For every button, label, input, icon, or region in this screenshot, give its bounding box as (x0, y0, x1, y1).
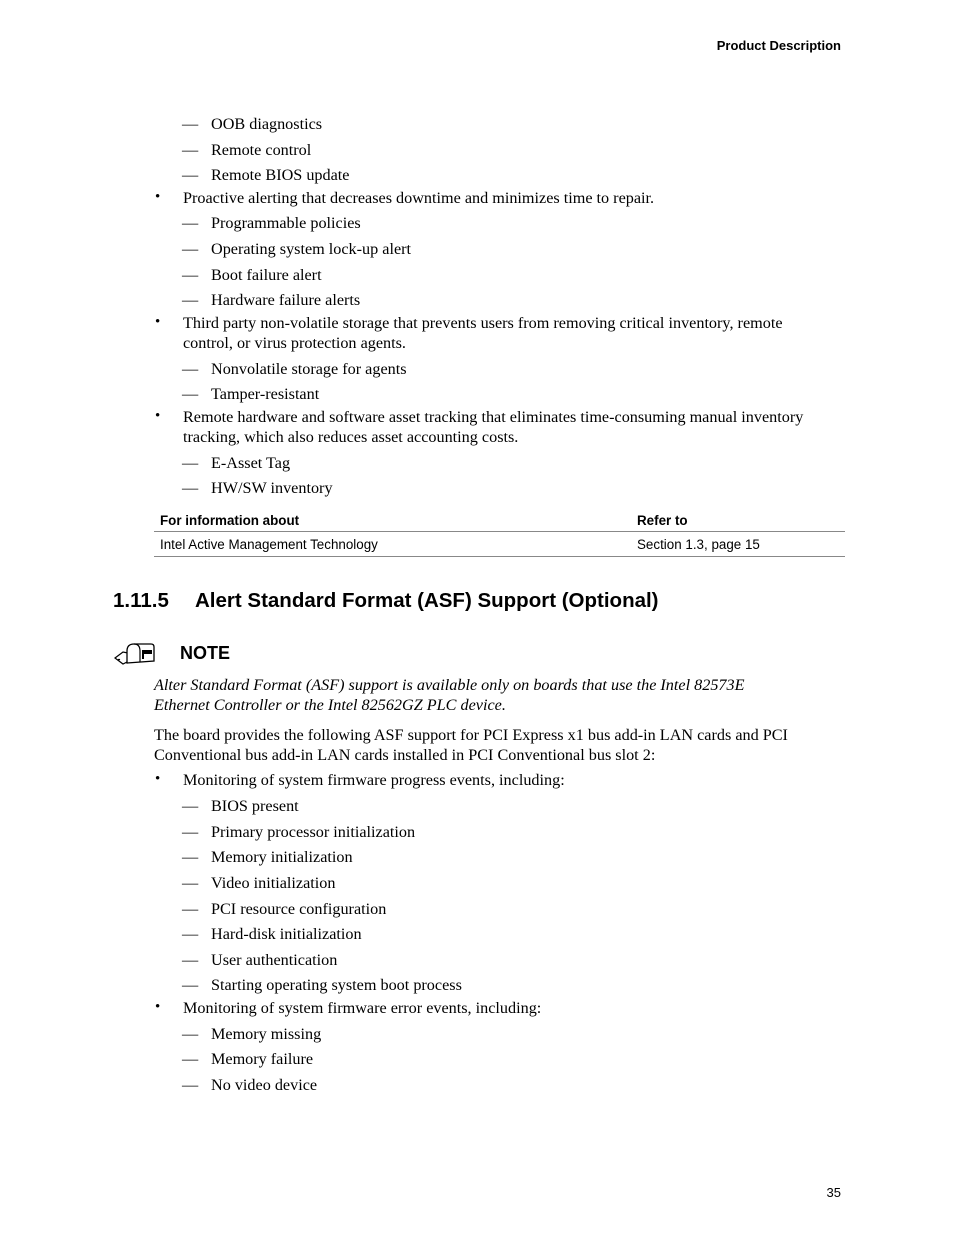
note-line: Ethernet Controller or the Intel 82562GZ… (154, 696, 506, 714)
list-item: BIOS present (211, 797, 299, 815)
dash-marker: — (182, 214, 199, 232)
reference-table: For information about Refer to Intel Act… (154, 509, 845, 557)
table-cell-link[interactable]: Section 1.3, page 15 (631, 531, 845, 557)
dash-marker: — (182, 141, 199, 159)
list-item: Primary processor initialization (211, 823, 416, 841)
dash-marker: — (182, 479, 199, 497)
dash-marker: — (182, 454, 199, 472)
dash-marker: — (182, 1050, 199, 1068)
dash-marker: — (182, 976, 199, 994)
table-header-cell: Refer to (631, 509, 845, 532)
list-item: OOB diagnostics (211, 115, 323, 133)
dash-marker: — (182, 874, 199, 892)
list-item: Proactive alerting that decreases downti… (183, 189, 655, 207)
list-item: E-Asset Tag (211, 454, 291, 472)
list-item-continuation: tracking, which also reduces asset accou… (183, 428, 519, 446)
section-number: 1.11.5 (113, 589, 169, 612)
list-item: PCI resource configuration (211, 900, 387, 918)
list-item: Boot failure alert (211, 266, 322, 284)
dash-marker: — (182, 925, 199, 943)
list-item: Memory initialization (211, 848, 353, 866)
list-item: Remote control (211, 141, 312, 159)
dash-marker: — (182, 360, 199, 378)
table-row: Intel Active Management Technology Secti… (154, 531, 845, 557)
page-number: 35 (826, 1185, 841, 1200)
bullet-marker: • (155, 999, 161, 1015)
list-item: User authentication (211, 951, 338, 969)
dash-marker: — (182, 291, 199, 309)
bullet-marker: • (155, 408, 161, 424)
dash-marker: — (182, 951, 199, 969)
bullet-marker: • (155, 314, 161, 330)
table-header-row: For information about Refer to (154, 509, 845, 532)
list-item: Hard-disk initialization (211, 925, 362, 943)
list-item: Memory failure (211, 1050, 314, 1068)
list-item: Monitoring of system firmware progress e… (183, 771, 565, 789)
dash-marker: — (182, 266, 199, 284)
table-header-cell: For information about (154, 509, 631, 532)
dash-marker: — (182, 848, 199, 866)
table-cell: Intel Active Management Technology (154, 531, 631, 557)
running-header: Product Description (716, 38, 841, 53)
note-label: NOTE (180, 643, 231, 663)
note-line: Alter Standard Format (ASF) support is a… (154, 676, 745, 694)
dash-marker: — (182, 240, 199, 258)
bullet-marker: • (155, 189, 161, 205)
list-item: Video initialization (211, 874, 336, 892)
list-item-continuation: control, or virus protection agents. (183, 334, 406, 352)
list-item: Third party non-volatile storage that pr… (183, 314, 783, 332)
list-item: Remote BIOS update (211, 166, 350, 184)
dash-marker: — (182, 797, 199, 815)
list-item: Tamper-resistant (211, 385, 320, 403)
bullet-marker: • (155, 771, 161, 787)
list-item: Remote hardware and software asset track… (183, 408, 804, 426)
dash-marker: — (182, 385, 199, 403)
dash-marker: — (182, 166, 199, 184)
list-item: Starting operating system boot process (211, 976, 462, 994)
list-item: Hardware failure alerts (211, 291, 361, 309)
section-title: Alert Standard Format (ASF) Support (Opt… (195, 589, 659, 612)
list-item: No video device (211, 1076, 318, 1094)
intro-paragraph-line: Conventional bus add-in LAN cards instal… (154, 746, 656, 764)
dash-marker: — (182, 1025, 199, 1043)
dash-marker: — (182, 115, 199, 133)
dash-marker: — (182, 823, 199, 841)
list-item: HW/SW inventory (211, 479, 333, 497)
list-item: Programmable policies (211, 214, 361, 232)
section-heading: 1.11.5 Alert Standard Format (ASF) Suppor… (113, 589, 659, 613)
list-item: Memory missing (211, 1025, 322, 1043)
dash-marker: — (182, 1076, 199, 1094)
intro-paragraph-line: The board provides the following ASF sup… (154, 726, 788, 744)
dash-marker: — (182, 900, 199, 918)
mailbox-icon (114, 643, 155, 665)
list-item: Nonvolatile storage for agents (211, 360, 407, 378)
list-item: Operating system lock-up alert (211, 240, 412, 258)
list-item: Monitoring of system firmware error even… (183, 999, 542, 1017)
